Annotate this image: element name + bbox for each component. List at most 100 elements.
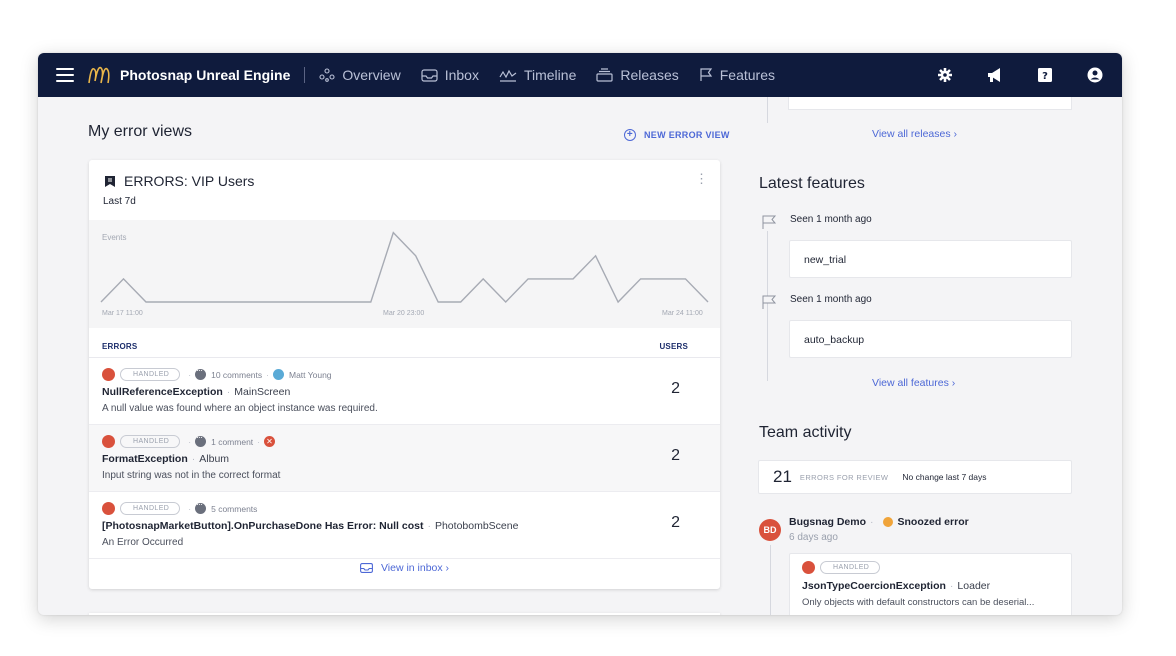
events-data-point — [460, 301, 462, 303]
error-row[interactable]: HANDLED · 10 comments · Matt Young NullR… — [89, 358, 720, 425]
timeline-line — [767, 97, 768, 123]
events-data-point — [302, 301, 304, 303]
hamburger-menu-icon[interactable] — [56, 68, 74, 82]
events-data-point — [122, 278, 124, 280]
nav-timeline[interactable]: Timeline — [499, 67, 576, 83]
nav-features-label: Features — [719, 67, 775, 83]
gear-icon[interactable] — [936, 66, 954, 84]
account-icon[interactable] — [1086, 66, 1104, 84]
error-title[interactable]: FormatException · Album — [102, 453, 229, 465]
error-message: A null value was found where an object i… — [102, 403, 378, 414]
feature-seen-time: Seen 1 month ago — [790, 214, 872, 225]
megaphone-icon[interactable] — [986, 66, 1004, 84]
events-data-point — [280, 301, 282, 303]
nav-inbox[interactable]: Inbox — [421, 67, 479, 83]
errors-for-review-summary[interactable]: 21 ERRORS FOR REVIEW No change last 7 da… — [758, 460, 1072, 494]
error-row[interactable]: HANDLED · 5 comments [PhotosnapMarketBut… — [89, 492, 720, 559]
comment-count[interactable]: 10 comments — [211, 370, 262, 380]
nav-releases-label: Releases — [620, 67, 679, 83]
events-data-point — [370, 301, 372, 303]
events-data-point — [257, 301, 259, 303]
error-title[interactable]: NullReferenceException · MainScreen — [102, 386, 290, 398]
more-options-icon[interactable]: ⋮ — [695, 172, 708, 185]
help-icon[interactable]: ? — [1036, 66, 1054, 84]
card-header: ERRORS: VIP Users Last 7d ⋮ — [89, 160, 720, 220]
top-nav: Photosnap Unreal Engine Overview Inbox T… — [38, 53, 1122, 97]
events-data-point — [190, 301, 192, 303]
card-range: Last 7d — [103, 196, 136, 207]
events-data-point — [437, 301, 439, 303]
inbox-icon — [360, 563, 373, 573]
error-title[interactable]: JsonTypeCoercionException · Loader — [802, 580, 990, 592]
severity-icon — [102, 368, 115, 381]
severity-icon — [102, 435, 115, 448]
comment-icon — [195, 365, 207, 380]
change-summary: No change last 7 days — [902, 472, 987, 482]
unassigned-x-icon[interactable]: ✕ — [264, 436, 275, 447]
assignee-name[interactable]: Matt Young — [289, 370, 332, 380]
nav-overview-label: Overview — [342, 67, 401, 83]
errors-table-header: ERRORS USERS — [89, 328, 720, 358]
inbox-icon — [421, 68, 438, 82]
error-class: NullReferenceException — [102, 386, 223, 398]
users-column-header[interactable]: USERS — [659, 342, 688, 351]
x-tick-label: Mar 24 11:00 — [662, 310, 703, 317]
events-data-point — [572, 278, 574, 280]
events-data-point — [325, 301, 327, 303]
team-activity-title: Team activity — [759, 424, 852, 441]
events-data-point — [617, 301, 619, 303]
events-data-point — [504, 301, 506, 303]
view-all-releases-link[interactable]: View all releases › — [872, 128, 957, 140]
status-badge: HANDLED — [820, 561, 881, 574]
status-badge: HANDLED — [120, 502, 181, 515]
error-context: MainScreen — [234, 386, 291, 398]
error-row[interactable]: HANDLED · 1 comment · ✕ FormatException·… — [89, 425, 720, 492]
errors-column-header[interactable]: ERRORS — [102, 342, 137, 351]
feature-name: new_trial — [804, 254, 847, 266]
nav-features[interactable]: Features — [699, 67, 775, 83]
error-title[interactable]: [PhotosnapMarketButton].OnPurchaseDone H… — [102, 520, 518, 532]
error-view-card: ERRORS: VIP Users Last 7d ⋮ Events Mar 1… — [89, 160, 720, 589]
view-in-inbox-label: View in inbox › — [380, 562, 450, 574]
events-data-point — [707, 301, 709, 303]
error-views-title: My error views — [88, 123, 193, 140]
error-meta: HANDLED — [802, 561, 884, 574]
nav-right-icons: ? — [904, 66, 1122, 84]
plus-circle-icon: + — [624, 129, 636, 141]
new-error-view-button[interactable]: + NEW ERROR VIEW — [624, 129, 730, 141]
events-data-point — [639, 278, 641, 280]
events-data-point — [482, 278, 484, 280]
activity-user[interactable]: Bugsnag Demo — [789, 516, 866, 528]
severity-icon — [802, 561, 815, 574]
events-chart: Events Mar 17 11:00 Mar 20 23:00 Mar 24 … — [89, 220, 720, 328]
comment-icon — [195, 432, 207, 447]
error-class: JsonTypeCoercionException — [802, 580, 946, 592]
nav-overview[interactable]: Overview — [319, 67, 401, 83]
user-icon — [272, 369, 284, 380]
comment-count[interactable]: 1 comment — [211, 437, 253, 447]
timeline-line — [770, 545, 771, 615]
error-context: PhotobombScene — [434, 520, 519, 532]
card-title[interactable]: ERRORS: VIP Users — [104, 173, 254, 189]
nav-releases[interactable]: Releases — [596, 67, 679, 83]
nav-timeline-label: Timeline — [523, 67, 577, 83]
svg-text:?: ? — [1042, 71, 1048, 82]
comment-count[interactable]: 5 comments — [211, 504, 257, 514]
view-all-features-link[interactable]: View all features › — [872, 377, 955, 389]
card-title-text: ERRORS: VIP Users — [124, 173, 255, 189]
comment-icon — [195, 499, 207, 514]
view-in-inbox-link[interactable]: View in inbox › — [89, 562, 720, 574]
activity-error-card[interactable]: HANDLED JsonTypeCoercionException · Loader… — [789, 553, 1072, 615]
errors-for-review-label: ERRORS FOR REVIEW — [799, 472, 889, 482]
project-name[interactable]: Photosnap Unreal Engine — [120, 67, 290, 83]
users-count: 2 — [671, 380, 680, 397]
events-data-point — [594, 255, 596, 257]
nav-divider — [304, 67, 306, 83]
releases-icon — [596, 68, 613, 82]
feature-item[interactable]: new_trial — [789, 240, 1072, 278]
bugsnag-logo-icon — [88, 66, 110, 84]
overview-icon — [319, 68, 335, 82]
error-meta: HANDLED · 1 comment · ✕ — [102, 432, 275, 448]
feature-item[interactable]: auto_backup — [789, 320, 1072, 358]
bookmark-icon — [105, 175, 115, 187]
